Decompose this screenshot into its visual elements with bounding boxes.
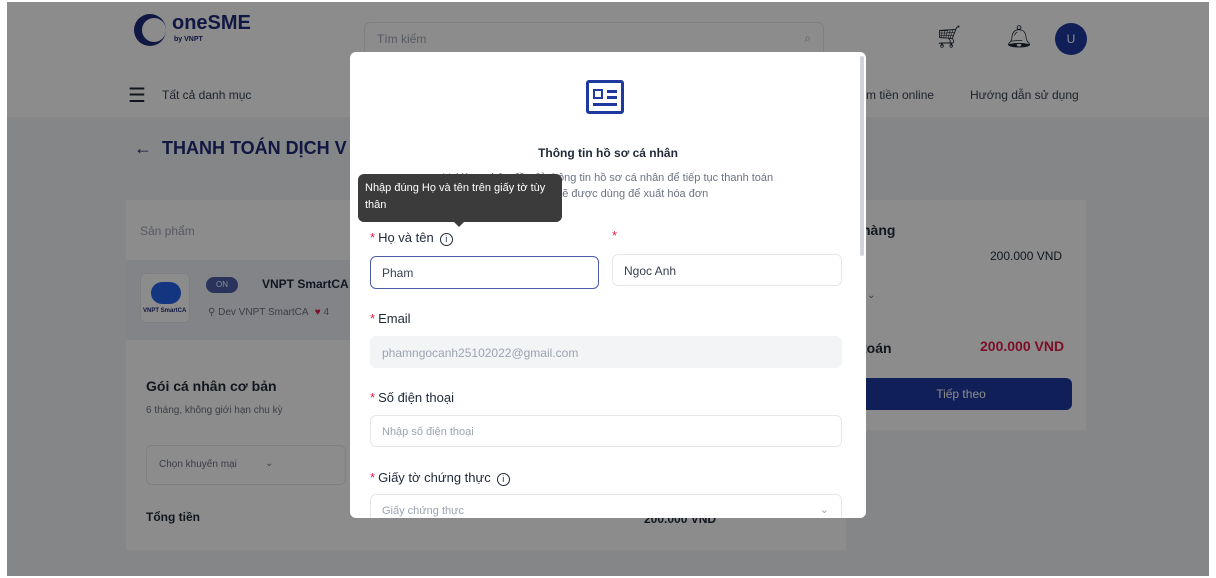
first-name-field[interactable]: Ngoc Anh <box>612 254 842 286</box>
required-mark: * <box>370 470 376 485</box>
profile-card-icon <box>586 80 624 114</box>
profile-modal: Thông tin hồ sơ cá nhân Vui lòng nhập đầ… <box>350 52 866 518</box>
id-document-label: * Giấy tờ chứng thực i <box>370 470 510 486</box>
required-mark: * <box>370 390 376 405</box>
email-label: * Email <box>370 311 411 326</box>
info-icon[interactable]: i <box>439 233 453 246</box>
last-name-value: Pham <box>382 266 414 280</box>
phone-field[interactable]: Nhập số điện thoại <box>370 415 842 447</box>
id-document-select[interactable]: Giấy chứng thực ⌄ <box>370 494 842 518</box>
email-value: phamngocanh25102022@gmail.com <box>382 346 579 360</box>
id-document-label-text: Giấy tờ chứng thực <box>378 470 491 485</box>
email-field: phamngocanh25102022@gmail.com <box>370 336 842 368</box>
phone-label-text: Số điện thoại <box>378 390 454 405</box>
fullname-tooltip: Nhập đúng Họ và tên trên giấy tờ tùy thâ… <box>358 174 562 227</box>
last-name-field[interactable]: Pham <box>370 256 599 289</box>
id-document-placeholder: Giấy chứng thực <box>382 505 464 517</box>
fullname-label: * Họ và tên i <box>370 230 453 246</box>
info-icon[interactable]: i <box>496 473 510 486</box>
chevron-down-icon: ⌄ <box>819 504 829 516</box>
firstname-required-mark: * <box>612 228 618 243</box>
first-name-value: Ngoc Anh <box>624 264 677 278</box>
phone-label: * Số điện thoại <box>370 390 454 405</box>
email-label-text: Email <box>378 311 411 326</box>
phone-placeholder: Nhập số điện thoại <box>382 426 474 438</box>
fullname-label-text: Họ và tên <box>378 230 434 245</box>
modal-title: Thông tin hồ sơ cá nhân <box>538 146 678 160</box>
required-mark: * <box>370 230 376 245</box>
required-mark: * <box>370 311 376 326</box>
